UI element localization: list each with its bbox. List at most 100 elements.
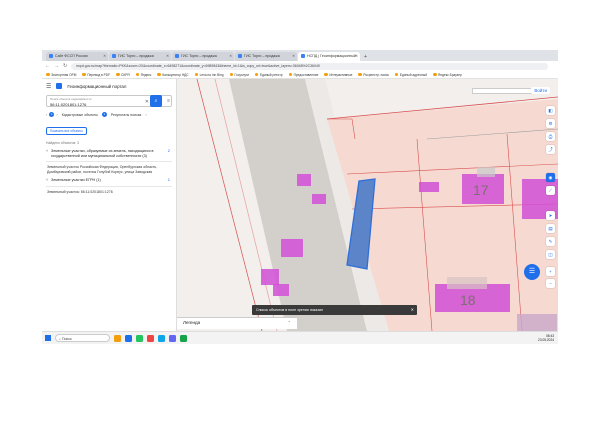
close-tab-icon[interactable]: ✕ xyxy=(229,54,232,58)
chat-assistant-button[interactable]: ☰ xyxy=(524,264,540,280)
bookmark-item[interactable]: Госуслуги xyxy=(229,72,249,77)
list-item[interactable]: Земельный участок: 56:11:0201801:1276 xyxy=(46,185,172,194)
browser-tab-4[interactable]: ГИС Торги – продажа ✕ xyxy=(235,52,297,61)
select-area-icon[interactable]: ◫ xyxy=(546,250,555,259)
tab-cadastral-objects[interactable]: Кадастровые объекты xyxy=(60,112,100,118)
map-search-field[interactable] xyxy=(472,88,532,94)
bookmark-item[interactable]: СКРЯ xyxy=(116,73,130,77)
login-button[interactable]: Войти xyxy=(531,87,550,94)
map-view[interactable]: 17 18 Войти ◧ ⚙ ⎙ ⤴ ◉ ⟋ ➤ ▤ ✎ ◫ + − ☰ xyxy=(177,79,558,331)
clear-icon[interactable]: ✕ xyxy=(145,99,149,105)
zoom-out-button[interactable]: − xyxy=(546,279,555,288)
bookmark-favicon-icon xyxy=(157,72,161,77)
windows-taskbar: ⌕ Поиск 08:43 23.05.2024 xyxy=(42,331,558,344)
map-canvas[interactable]: 17 18 xyxy=(177,79,558,331)
excel-icon[interactable] xyxy=(180,334,187,342)
building-number-18: 18 xyxy=(460,292,476,308)
back-icon[interactable]: ← xyxy=(45,63,50,69)
system-tray[interactable]: 08:43 23.05.2024 xyxy=(538,334,554,342)
building-number-17: 17 xyxy=(473,182,489,198)
bookmark-item[interactable]: Lexa на Inn Bing xyxy=(194,73,224,77)
bookmark-label: Интерактивные xyxy=(329,72,353,77)
tab-search-results[interactable]: Результаты поиска xyxy=(109,112,144,118)
bookmark-label: Калькулятор НДС xyxy=(162,72,189,77)
bookmark-item[interactable]: Единый реестр xyxy=(254,73,283,77)
group-header[interactable]: ˅ Земельные участки, образуемые из земел… xyxy=(46,148,172,158)
chevron-left-icon[interactable]: ‹ xyxy=(46,112,47,117)
forward-icon[interactable]: → xyxy=(54,63,59,69)
taskview-icon[interactable] xyxy=(114,334,121,342)
bookmarks-bar: Экспортная ОРМ Перевод в PDF СКРЯ Яндекс Кал… xyxy=(42,71,558,79)
portal-logo-icon xyxy=(56,83,63,89)
bookmark-item[interactable]: Предоставление xyxy=(288,72,318,77)
layers-icon[interactable]: ◧ xyxy=(546,106,555,115)
cadastral-tool-icon[interactable]: ◉ xyxy=(546,173,555,182)
group-title: Земельные участки, образуемые из земель,… xyxy=(51,149,154,158)
close-tab-icon[interactable]: ✕ xyxy=(355,54,358,58)
object-tabs: ‹ 1 › Кадастровые объекты 1 Результаты п… xyxy=(46,110,172,119)
close-tab-icon[interactable]: ✕ xyxy=(292,54,295,58)
share-icon[interactable]: ⤴ xyxy=(546,145,555,154)
group-header[interactable]: ˅ Земельные участки ЕГРН (1) 1 xyxy=(46,177,172,183)
url-field[interactable]: nspd.gov.ru/map?thematic=PKK&zoom=20&coo… xyxy=(71,62,548,70)
bookmark-item[interactable]: Перевод в PDF xyxy=(82,73,110,77)
bookmark-item[interactable]: Калькулятор НДС xyxy=(157,72,189,77)
bookmark-item[interactable]: Яндекс xyxy=(135,72,152,77)
result-group[interactable]: ˅ Земельные участки, образуемые из земел… xyxy=(46,148,172,174)
browser-tab-1[interactable]: Сайт ФССП России ✕ xyxy=(46,52,108,61)
show-all-button[interactable]: Показать все объекты xyxy=(46,127,87,135)
result-group[interactable]: ˅ Земельные участки ЕГРН (1) 1 Земельный… xyxy=(46,177,172,194)
browser-tab-active[interactable]: НСПД | Геоинформационный ✕ xyxy=(298,52,360,61)
legend-bar[interactable]: Легенда ⌃ xyxy=(177,317,297,329)
menu-icon[interactable]: ☰ xyxy=(46,83,51,90)
search-field[interactable]: Поиск объекта недвижимости 56:11:0201801… xyxy=(46,95,172,107)
bookmark-label: Яндекс xyxy=(140,72,152,77)
close-tab-icon[interactable]: ✕ xyxy=(166,54,169,58)
chevron-right-icon[interactable]: › xyxy=(56,112,57,117)
chrome-icon[interactable] xyxy=(136,334,143,342)
bookmark-favicon-icon xyxy=(82,72,86,77)
bookmark-item[interactable]: Единый адресный xyxy=(394,72,427,77)
search-input[interactable]: 56:11:0201801:1276 xyxy=(50,102,86,107)
zoom-in-button[interactable]: + xyxy=(546,267,555,276)
bookmark-favicon-icon xyxy=(394,72,399,77)
close-icon[interactable]: ✕ xyxy=(411,307,414,312)
new-tab-button[interactable]: + xyxy=(364,54,367,60)
windows-start-icon[interactable] xyxy=(45,335,51,341)
print-icon[interactable]: ⎙ xyxy=(546,132,555,141)
bookmark-label: Госуслуги xyxy=(234,72,249,77)
chevron-up-icon[interactable]: ⌃ xyxy=(288,320,291,325)
legend-title: Легенда xyxy=(183,320,201,325)
reload-icon[interactable]: ↻ xyxy=(63,63,67,69)
bookmark-item[interactable]: Интерактивные xyxy=(324,73,352,77)
bookmark-item[interactable]: Яндекс Браузер xyxy=(433,73,462,77)
bookmark-favicon-icon xyxy=(46,72,50,77)
bookmark-item[interactable]: Росреестр: поиск xyxy=(358,73,389,77)
bookmark-item[interactable]: Экспортная ОРМ xyxy=(46,73,76,77)
draw-icon[interactable]: ✎ xyxy=(546,237,555,246)
chevron-right-icon[interactable]: › xyxy=(145,112,146,117)
word-icon[interactable] xyxy=(169,334,176,342)
settings-icon[interactable]: ⚙ xyxy=(546,119,555,128)
layers-stack-icon[interactable]: ▤ xyxy=(546,224,555,233)
browser-tab-2[interactable]: ГИС Торги – продажа ✕ xyxy=(109,52,171,61)
address-bar-row: ← → ↻ nspd.gov.ru/map?thematic=PKK&zoom=… xyxy=(42,61,558,71)
edge-icon[interactable] xyxy=(125,334,132,342)
location-icon[interactable]: ➤ xyxy=(546,211,555,220)
bookmark-label: СКРЯ xyxy=(121,72,130,77)
bookmark-favicon-icon xyxy=(288,72,293,77)
filter-icon[interactable]: ≡ xyxy=(167,98,170,104)
taskbar-search[interactable]: ⌕ Поиск xyxy=(55,334,110,342)
tab-count-badge: 1 xyxy=(101,112,107,117)
ruler-icon[interactable]: ⟋ xyxy=(546,186,555,195)
explorer-icon[interactable] xyxy=(158,334,165,342)
close-tab-icon[interactable]: ✕ xyxy=(103,54,106,58)
notification-toast: Список объектов в поле зрения показан ✕ xyxy=(252,305,417,315)
bookmark-label: Перевод в PDF xyxy=(87,72,111,77)
list-item[interactable]: Земельный участок Российская Федерация, … xyxy=(46,161,172,174)
panel-title: Геоинформационный портал xyxy=(67,83,127,89)
tab-title: ГИС Торги – продажа xyxy=(181,54,217,58)
browser-tab-3[interactable]: ГИС Торги – продажа ✕ xyxy=(172,52,234,61)
search-button[interactable]: ⌕ xyxy=(150,95,162,107)
app-icon[interactable] xyxy=(147,334,154,342)
